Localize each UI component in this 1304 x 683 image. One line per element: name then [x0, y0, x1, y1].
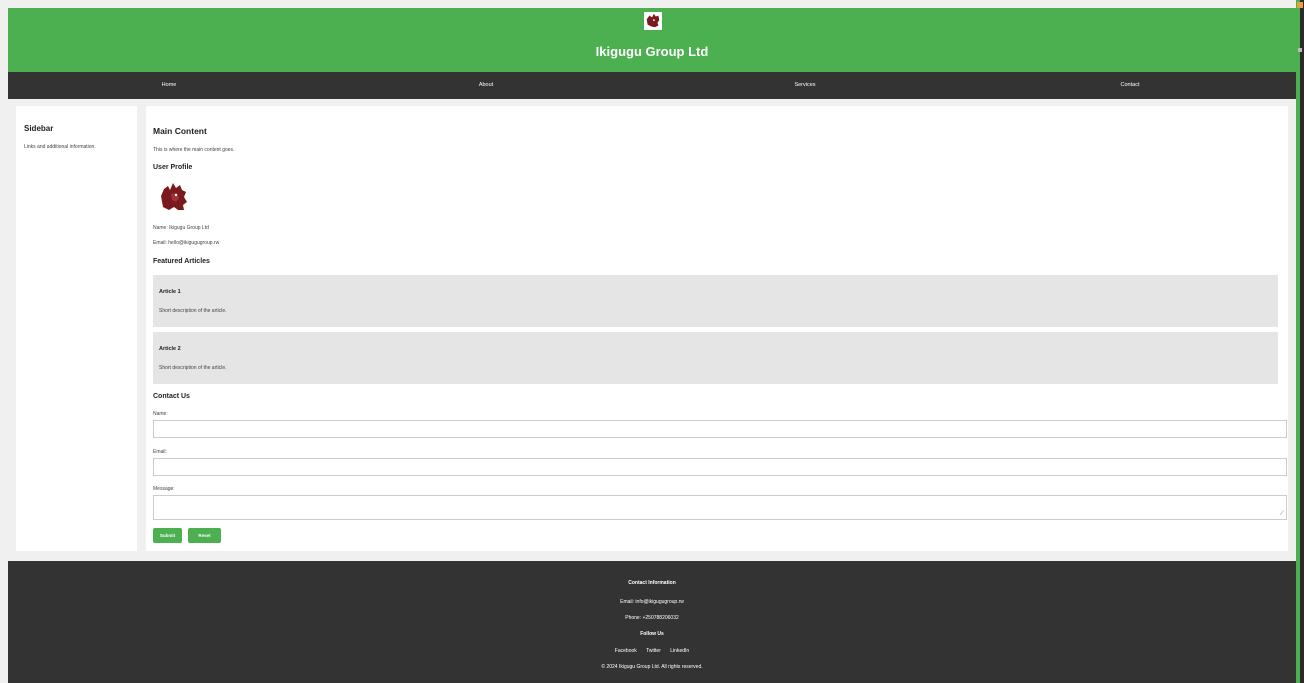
resize-handle-icon[interactable]: ⟋ [1280, 511, 1284, 517]
sidebar-text: Links and additional information. [24, 144, 96, 150]
name-label: Name: [153, 411, 168, 417]
submit-button[interactable]: Submit [153, 528, 182, 543]
nav-item-home[interactable]: Home [162, 82, 177, 88]
footer-contact-heading: Contact Information [628, 580, 676, 586]
email-field[interactable] [153, 458, 1287, 476]
footer-social-links: Facebook Twitter LinkedIn [8, 648, 1296, 654]
contact-heading: Contact Us [153, 393, 190, 400]
profile-name: Name: Ikigugu Group Ltd [153, 225, 209, 231]
linkedin-link[interactable]: LinkedIn [670, 648, 689, 654]
article-description: Short description of the article. [159, 365, 227, 371]
facebook-link[interactable]: Facebook [615, 648, 637, 654]
article-card[interactable]: Article 2 Short description of the artic… [153, 332, 1278, 384]
main-content: Main Content This is where the main cont… [146, 106, 1288, 551]
lion-head-logo-icon [644, 12, 662, 30]
site-footer: Contact Information Email: info@ikigugug… [8, 561, 1296, 683]
footer-copyright: © 2024 Ikigugu Group Ltd. All rights res… [601, 664, 703, 670]
reset-button[interactable]: Reset [188, 528, 221, 543]
articles-heading: Featured Articles [153, 258, 210, 265]
footer-follow-heading: Follow Us [640, 631, 664, 637]
nav-item-services[interactable]: Services [794, 82, 815, 88]
sidebar-title: Sidebar [24, 124, 54, 133]
lion-head-avatar-icon [161, 183, 187, 210]
article-title: Article 2 [159, 346, 181, 352]
article-card[interactable]: Article 1 Short description of the artic… [153, 275, 1278, 327]
article-title: Article 1 [159, 289, 181, 295]
sidebar: Sidebar Links and additional information… [16, 106, 137, 551]
email-label: Email: [153, 449, 167, 455]
extension-icon [1297, 2, 1303, 8]
message-label: Message: [153, 486, 175, 492]
footer-email: Email: info@ikigugugroup.rw [620, 599, 684, 605]
footer-phone: Phone: +250788206032 [625, 615, 679, 621]
main-title: Main Content [153, 126, 207, 136]
article-description: Short description of the article. [159, 308, 227, 314]
window-edge [1296, 0, 1304, 683]
name-field[interactable] [153, 420, 1287, 438]
nav-item-about[interactable]: About [479, 82, 493, 88]
edge-handle-icon [1298, 48, 1302, 52]
main-intro: This is where the main content goes. [153, 147, 235, 153]
site-header: Ikigugu Group Ltd [8, 8, 1296, 72]
twitter-link[interactable]: Twitter [646, 648, 661, 654]
nav-item-contact[interactable]: Contact [1121, 82, 1140, 88]
profile-email: Email: hello@ikigugugroup.rw [153, 240, 220, 246]
profile-heading: User Profile [153, 164, 193, 171]
main-nav: Home About Services Contact [8, 72, 1296, 99]
window-edge-accent [1296, 0, 1300, 683]
message-field[interactable]: ⟋ [153, 495, 1287, 520]
site-title: Ikigugu Group Ltd [595, 44, 709, 59]
